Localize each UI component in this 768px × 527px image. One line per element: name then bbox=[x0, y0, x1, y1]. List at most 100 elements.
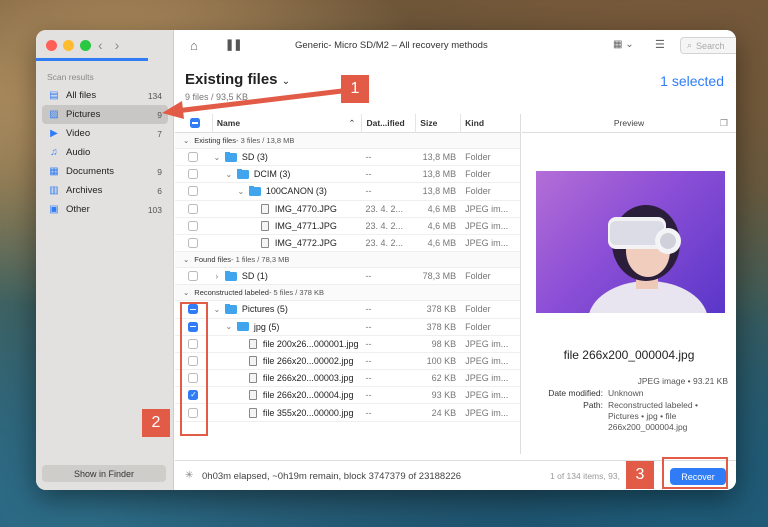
row-size: 4,6 MB bbox=[427, 203, 457, 214]
chevron-down-icon[interactable]: ⌄ bbox=[224, 170, 234, 179]
table-row[interactable]: file 200x26...000001.jpg -- 98 KB JPEG im..… bbox=[175, 336, 520, 353]
chevron-right-icon[interactable]: › bbox=[212, 272, 222, 281]
column-kind[interactable]: Kind bbox=[460, 113, 520, 133]
sidebar-item-count: 7 bbox=[157, 128, 162, 139]
chevron-down-icon[interactable]: ⌄ bbox=[224, 322, 234, 331]
file-table: Name ⌃ Dat...ified Size Kind ⌄ Existing fi… bbox=[175, 113, 521, 454]
column-date[interactable]: Dat...ified bbox=[361, 113, 415, 133]
home-icon[interactable]: ⌂ bbox=[190, 38, 198, 53]
row-kind: Folder bbox=[465, 304, 491, 315]
chevron-down-icon[interactable]: ⌄ bbox=[236, 187, 246, 196]
chevron-down-icon[interactable]: ⌄ bbox=[212, 153, 222, 162]
row-kind: Folder bbox=[465, 321, 491, 332]
row-date: -- bbox=[365, 373, 372, 384]
table-row[interactable]: › SD (1) -- 78,3 MB Folder bbox=[175, 268, 520, 286]
sidebar-item-count: 6 bbox=[157, 185, 162, 196]
row-checkbox[interactable] bbox=[188, 203, 199, 214]
sidebar-item-archives[interactable]: ▥ Archives 6 bbox=[42, 181, 168, 200]
sidebar-item-video[interactable]: ▶ Video 7 bbox=[42, 124, 168, 143]
row-name-cell: file 266x20...00002.jpg bbox=[212, 355, 362, 366]
row-name: DCIM (3) bbox=[253, 169, 291, 180]
minimize-button[interactable] bbox=[63, 40, 74, 51]
back-arrow-icon[interactable]: ‹ bbox=[98, 37, 103, 53]
row-size: 4,6 MB bbox=[427, 220, 457, 231]
preview-metadata: JPEG image • 93.21 KB Date modified: Unkn… bbox=[522, 376, 736, 434]
chevron-down-icon[interactable]: ⌄ bbox=[212, 305, 222, 314]
table-row[interactable]: ⌄ DCIM (3) -- 13,8 MB Folder bbox=[175, 166, 520, 184]
row-checkbox[interactable] bbox=[188, 186, 199, 197]
close-button[interactable] bbox=[46, 40, 57, 51]
row-size: 62 KB bbox=[431, 373, 457, 384]
search-input[interactable]: ⌕ Search bbox=[680, 37, 736, 54]
group-meta: - 3 files / 13,8 MB bbox=[235, 136, 295, 145]
table-row[interactable]: IMG_4770.JPG 23. 4. 2... 4,6 MB JPEG im... bbox=[175, 201, 520, 218]
row-size: 13,8 MB bbox=[422, 186, 457, 197]
sidebar-item-audio[interactable]: ♫ Audio bbox=[42, 143, 168, 162]
row-name-cell: IMG_4772.JPG bbox=[212, 238, 362, 249]
date-modified-label: Date modified: bbox=[548, 388, 603, 398]
row-check-cell bbox=[175, 220, 212, 231]
chevron-down-icon: ⌄ bbox=[183, 255, 190, 265]
table-row[interactable]: IMG_4771.JPG 23. 4. 2... 4,6 MB JPEG im... bbox=[175, 218, 520, 235]
row-checkbox[interactable] bbox=[188, 220, 199, 231]
column-size[interactable]: Size bbox=[415, 113, 460, 133]
table-row[interactable]: file 266x20...00002.jpg -- 100 KB JPEG im..… bbox=[175, 353, 520, 371]
pause-icon[interactable]: ❚❚ bbox=[225, 38, 242, 51]
table-row[interactable]: ⌄ jpg (5) -- 378 KB Folder bbox=[175, 319, 520, 336]
table-row[interactable]: file 266x20...00004.jpg -- 93 KB JPEG im... bbox=[175, 387, 520, 405]
annotation-badge-1: 1 bbox=[341, 75, 369, 103]
table-row[interactable]: ⌄ SD (3) -- 13,8 MB Folder bbox=[175, 149, 520, 167]
zoom-button[interactable] bbox=[80, 40, 91, 51]
path-value: Reconstructed labeled • Pictures • jpg •… bbox=[608, 400, 698, 432]
forward-arrow-icon[interactable]: › bbox=[115, 37, 120, 53]
group-meta: - 1 files / 78,3 MB bbox=[230, 255, 290, 265]
app-window: ‹ › Scan results ▤ All files 134 ▨ Pictures 9… bbox=[36, 30, 736, 490]
sidebar-item-documents[interactable]: ▦ Documents 9 bbox=[42, 162, 168, 181]
row-kind: JPEG im... bbox=[465, 220, 509, 231]
row-size: 24 KB bbox=[431, 407, 457, 418]
sidebar-item-all-files[interactable]: ▤ All files 134 bbox=[42, 86, 168, 105]
date-modified-value: Unknown bbox=[608, 388, 644, 398]
view-options-icon[interactable]: ▦ ⌄ bbox=[613, 39, 634, 50]
table-row[interactable]: ⌄ 100CANON (3) -- 13,8 MB Folder bbox=[175, 183, 520, 201]
row-name-cell: › SD (1) bbox=[212, 271, 362, 281]
sidebar-item-label: Archives bbox=[66, 185, 103, 196]
row-checkbox[interactable] bbox=[188, 271, 199, 282]
row-checkbox[interactable] bbox=[188, 169, 199, 180]
show-in-finder-button[interactable]: Show in Finder bbox=[42, 465, 166, 482]
row-checkbox[interactable] bbox=[188, 238, 199, 249]
row-size: 378 KB bbox=[426, 304, 457, 315]
nav-arrows: ‹ › bbox=[98, 37, 119, 53]
row-date: -- bbox=[365, 390, 372, 401]
sidebar-item-pictures[interactable]: ▨ Pictures 9 bbox=[42, 105, 168, 124]
row-name: file 200x26...000001.jpg bbox=[262, 338, 359, 349]
row-size: 98 KB bbox=[431, 338, 457, 349]
preview-filename: file 266x200_000004.jpg bbox=[563, 348, 695, 362]
row-checkbox[interactable] bbox=[188, 152, 199, 163]
sidebar-item-other[interactable]: ▣ Other 103 bbox=[42, 200, 168, 219]
group-header[interactable]: ⌄ Existing files - 3 files / 13,8 MB bbox=[175, 133, 520, 149]
table-row[interactable]: file 355x20...00000.jpg -- 24 KB JPEG im... bbox=[175, 404, 520, 422]
sidebar-list: ▤ All files 134 ▨ Pictures 9 ▶ Video 7 ♫ Audio ▦ Doc… bbox=[42, 86, 168, 219]
annotation-badge-3: 3 bbox=[626, 461, 654, 489]
row-name-cell: IMG_4771.JPG bbox=[212, 220, 362, 231]
sort-arrow-icon: ⌃ bbox=[348, 117, 356, 128]
row-name-cell: ⌄ 100CANON (3) bbox=[212, 186, 362, 196]
group-header[interactable]: ⌄ Reconstructed labeled - 5 files / 378 K… bbox=[175, 285, 520, 302]
table-row[interactable]: file 266x20...00003.jpg -- 62 KB JPEG im... bbox=[175, 370, 520, 388]
table-row[interactable]: ⌄ Pictures (5) -- 378 KB Folder bbox=[175, 301, 520, 319]
row-size: 4,6 MB bbox=[427, 238, 457, 249]
row-size: 13,8 MB bbox=[422, 152, 457, 163]
row-check-cell bbox=[175, 186, 212, 197]
group-header[interactable]: ⌄ Found files - 1 files / 78,3 MB bbox=[175, 252, 520, 269]
row-date: -- bbox=[365, 186, 372, 197]
table-row[interactable]: IMG_4772.JPG 23. 4. 2... 4,6 MB JPEG im... bbox=[175, 235, 520, 253]
copy-icon[interactable]: ❐ bbox=[720, 118, 728, 129]
row-date: 23. 4. 2... bbox=[365, 203, 404, 214]
row-size: 13,8 MB bbox=[422, 169, 457, 180]
row-date: -- bbox=[365, 169, 372, 180]
pictures-icon: ▨ bbox=[49, 108, 59, 120]
row-date: -- bbox=[365, 355, 372, 366]
row-name-cell: file 200x26...000001.jpg bbox=[212, 338, 362, 349]
filter-icon[interactable]: ☰ bbox=[655, 38, 665, 51]
